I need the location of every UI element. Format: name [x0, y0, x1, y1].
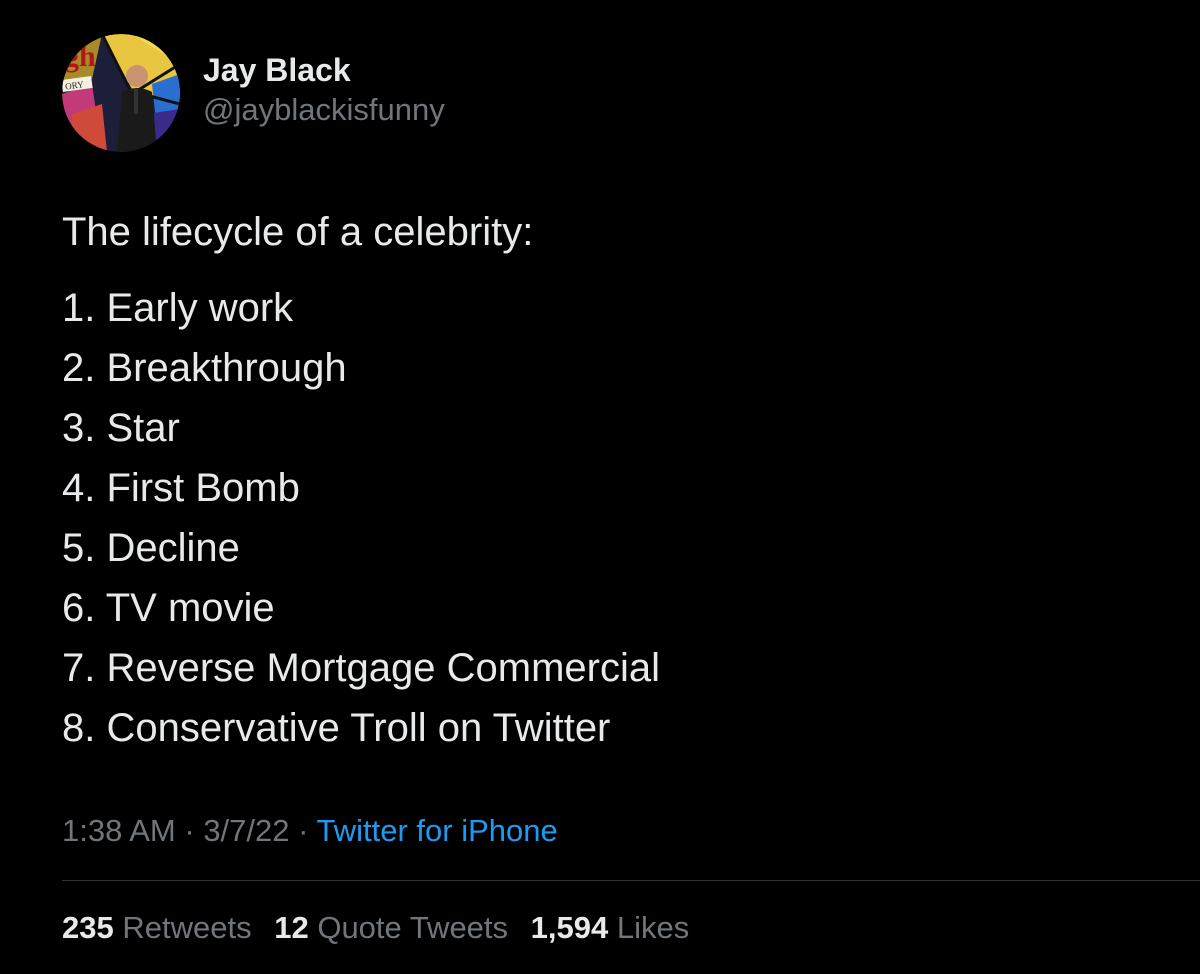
avatar[interactable]: gh ORY: [62, 34, 180, 152]
divider: [62, 880, 1200, 881]
avatar-logo-text: gh: [64, 40, 96, 73]
tweet-metadata: 1:38 AM · 3/7/22 · Twitter for iPhone: [62, 810, 558, 852]
likes-stat[interactable]: 1,594 Likes: [531, 906, 690, 950]
tweet-time[interactable]: 1:38 AM: [62, 813, 176, 848]
list-item: 8. Conservative Troll on Twitter: [62, 706, 611, 750]
retweets-stat[interactable]: 235 Retweets: [62, 906, 252, 950]
quote-tweets-label: Quote Tweets: [317, 910, 509, 945]
list-item: 4. First Bomb: [62, 466, 300, 510]
likes-label: Likes: [616, 910, 690, 945]
likes-count: 1,594: [530, 910, 609, 945]
tweet-detail: gh ORY Jay Black @jayblackisfunny The li…: [0, 0, 1200, 974]
user-handle[interactable]: @jayblackisfunny: [203, 90, 445, 130]
list-item: 2. Breakthrough: [62, 346, 347, 390]
quote-tweets-stat[interactable]: 12 Quote Tweets: [274, 906, 508, 950]
retweets-count: 235: [62, 910, 114, 945]
quote-tweets-count: 12: [274, 910, 309, 945]
tweet-date[interactable]: 3/7/22: [203, 813, 289, 848]
meta-separator: ·: [289, 813, 317, 848]
tweet-stats: 235 Retweets 12 Quote Tweets 1,594 Likes: [62, 906, 703, 950]
meta-separator: ·: [175, 813, 204, 848]
tweet-source-link[interactable]: Twitter for iPhone: [317, 813, 558, 848]
list-item: 6. TV movie: [62, 586, 275, 630]
display-name[interactable]: Jay Black: [203, 50, 445, 90]
tweet-text: The lifecycle of a celebrity: 1. Early w…: [62, 208, 660, 764]
list-item: 5. Decline: [62, 526, 240, 570]
avatar-image: gh ORY: [62, 34, 180, 152]
retweets-label: Retweets: [122, 910, 252, 945]
list-item: 1. Early work: [62, 286, 294, 330]
list-item: 7. Reverse Mortgage Commercial: [62, 646, 660, 690]
author-block: Jay Black @jayblackisfunny: [203, 50, 445, 130]
tweet-intro: The lifecycle of a celebrity:: [62, 210, 534, 254]
list-item: 3. Star: [62, 406, 180, 450]
